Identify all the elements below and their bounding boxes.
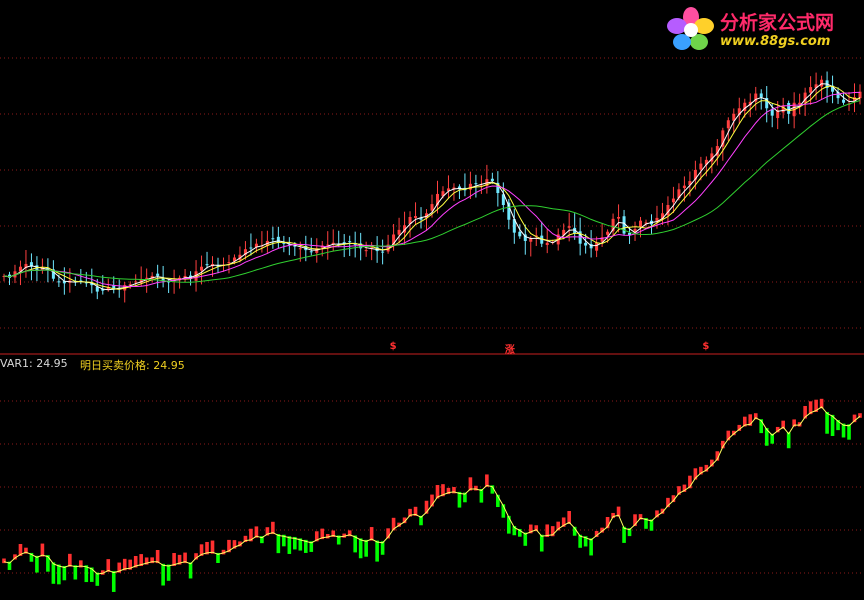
indicator-bar bbox=[111, 571, 116, 592]
ma-green-line bbox=[3, 100, 861, 283]
indicator-bar bbox=[51, 562, 56, 584]
candle-body bbox=[595, 242, 599, 251]
watermark-logo: 分析家公式网 www.88gs.com bbox=[664, 4, 862, 56]
candle-body bbox=[606, 231, 610, 235]
indicator-bar bbox=[847, 424, 851, 440]
candle-body bbox=[276, 236, 280, 243]
indicator-bar bbox=[35, 555, 39, 573]
candle-body bbox=[809, 87, 813, 93]
candle-body bbox=[57, 281, 61, 283]
var1-label: VAR1: 24.95 bbox=[0, 357, 68, 370]
indicator-bar bbox=[166, 564, 171, 581]
indicator-bar bbox=[825, 411, 829, 434]
candle-body bbox=[759, 93, 763, 98]
watermark-title: 分析家公式网 bbox=[720, 12, 835, 34]
indicator-bar bbox=[358, 538, 363, 559]
candle-body bbox=[617, 216, 621, 219]
indicator-bar bbox=[188, 562, 193, 579]
indicator-bar bbox=[380, 541, 385, 555]
candlestick-series bbox=[2, 71, 862, 303]
candle-body bbox=[205, 264, 209, 266]
candle-body bbox=[682, 185, 686, 189]
candle-body bbox=[699, 163, 703, 170]
indicator-bar bbox=[375, 540, 379, 562]
candle-body bbox=[397, 229, 401, 235]
candle-body bbox=[468, 183, 472, 190]
candle-body bbox=[518, 231, 522, 237]
candle-body bbox=[200, 266, 204, 271]
moving-average-lines bbox=[3, 83, 861, 291]
indicator-bar bbox=[161, 563, 165, 586]
signal-marker: 涨 bbox=[504, 345, 515, 356]
candle-body bbox=[249, 247, 253, 249]
candle-body bbox=[309, 251, 313, 253]
indicator-bar bbox=[276, 534, 281, 554]
ma-white-line bbox=[3, 83, 861, 291]
indicator-bar bbox=[95, 572, 100, 586]
watermark-url: www.88gs.com bbox=[720, 34, 831, 49]
indicator-bar bbox=[479, 489, 484, 503]
indicator-bar bbox=[507, 515, 511, 534]
candle-body bbox=[364, 250, 368, 252]
candle-body bbox=[567, 226, 571, 228]
stock-chart bbox=[0, 57, 864, 592]
candle-body bbox=[798, 102, 802, 105]
indicator-bar bbox=[364, 539, 368, 557]
candle-body bbox=[156, 273, 160, 276]
candle-body bbox=[381, 251, 385, 253]
indicator-bar bbox=[155, 550, 160, 564]
candle-body bbox=[134, 281, 138, 283]
candle-body bbox=[584, 242, 588, 246]
candle-body bbox=[639, 220, 643, 227]
candle-body bbox=[671, 198, 675, 203]
candle-body bbox=[726, 120, 730, 129]
price-label: 明日买卖价格: 24.95 bbox=[80, 359, 185, 372]
indicator-bar bbox=[468, 477, 473, 491]
candle-body bbox=[414, 216, 418, 218]
candle-body bbox=[348, 241, 352, 243]
indicator-price-line bbox=[3, 406, 861, 575]
indicator-bar bbox=[62, 566, 67, 581]
candle-body bbox=[227, 262, 231, 264]
indicator-bar bbox=[539, 534, 544, 552]
indicator-bar bbox=[287, 536, 292, 554]
flower-icon bbox=[667, 7, 714, 50]
candle-body bbox=[145, 277, 149, 279]
candle-body bbox=[545, 242, 549, 245]
signal-marker: $ bbox=[389, 341, 397, 352]
indicator-bar bbox=[73, 565, 78, 580]
candle-body bbox=[271, 238, 275, 240]
indicator-bar bbox=[457, 491, 462, 508]
candle-body bbox=[787, 102, 791, 114]
ma-yellow-line bbox=[3, 85, 860, 290]
candle-body bbox=[490, 178, 494, 182]
indicator-bar bbox=[622, 526, 626, 543]
indicator-bar bbox=[57, 564, 61, 585]
indicator-line bbox=[3, 406, 861, 575]
candle-body bbox=[430, 204, 434, 211]
indicator-bar bbox=[786, 432, 791, 449]
candle-body bbox=[842, 99, 846, 103]
indicator-bar-series bbox=[2, 398, 862, 592]
signal-marker: $ bbox=[702, 341, 710, 352]
indicator-bar bbox=[589, 538, 593, 556]
candle-body bbox=[282, 242, 286, 244]
candle-body bbox=[474, 183, 478, 185]
candle-body bbox=[298, 248, 302, 250]
ma-magenta-line bbox=[3, 91, 861, 287]
candle-body bbox=[820, 79, 824, 87]
